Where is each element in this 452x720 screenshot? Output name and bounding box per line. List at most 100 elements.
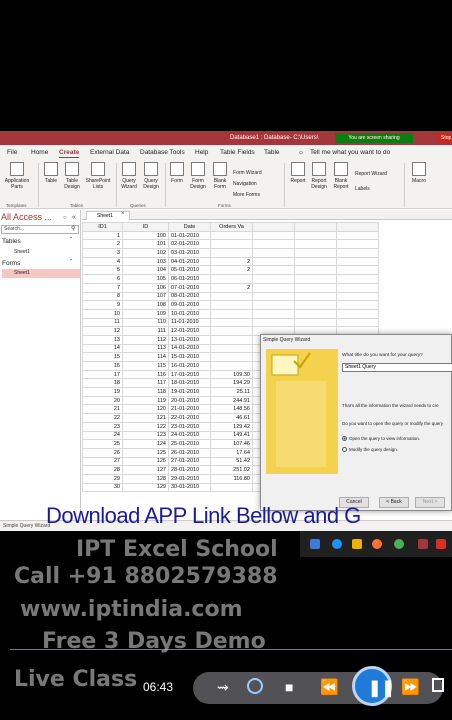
- table-cell[interactable]: 106: [122, 282, 169, 293]
- table-cell[interactable]: 148.56: [210, 404, 253, 415]
- table-cell[interactable]: 14-01-2010: [168, 343, 211, 354]
- seek-bar[interactable]: [10, 649, 452, 650]
- table-cell[interactable]: 18: [82, 378, 123, 389]
- table-cell[interactable]: 24: [82, 430, 123, 441]
- table-cell[interactable]: 13-01-2010: [168, 334, 211, 345]
- table-cell[interactable]: 4: [82, 256, 123, 267]
- table-row[interactable]: 11 110 11-01-2010: [82, 317, 379, 328]
- report-design-button[interactable]: Report Design: [309, 162, 329, 190]
- table-cell[interactable]: [294, 230, 337, 241]
- table-cell[interactable]: [210, 248, 253, 258]
- table-row[interactable]: 5 104 05-01-2010 2: [82, 265, 379, 276]
- table-cell[interactable]: [210, 482, 253, 493]
- menu-table[interactable]: Table: [264, 149, 280, 156]
- table-cell[interactable]: 15: [82, 352, 123, 362]
- table-cell[interactable]: 11: [82, 317, 123, 328]
- table-cell[interactable]: 116: [122, 369, 169, 380]
- table-cell[interactable]: [336, 230, 379, 241]
- table-cell[interactable]: 46.61: [210, 413, 253, 423]
- table-cell[interactable]: [294, 274, 337, 284]
- table-cell[interactable]: 5: [82, 265, 123, 276]
- table-cell[interactable]: 30: [82, 482, 123, 493]
- table-cell[interactable]: [294, 248, 337, 258]
- table-cell[interactable]: 02-01-2010: [168, 239, 211, 250]
- table-cell[interactable]: 27-01-2010: [168, 456, 211, 467]
- table-row[interactable]: 2 101 02-01-2010: [82, 239, 379, 250]
- table-cell[interactable]: 16: [82, 361, 123, 371]
- table-cell[interactable]: [336, 300, 379, 310]
- table-cell[interactable]: 26: [82, 447, 123, 458]
- fast-forward-icon[interactable]: ⏩: [401, 678, 420, 696]
- query-title-input[interactable]: Sheet1 Query: [342, 363, 452, 372]
- table-cell[interactable]: 28: [82, 465, 123, 475]
- table-cell[interactable]: 112: [122, 334, 169, 345]
- table-row[interactable]: 7 106 07-01-2010 2: [82, 282, 379, 293]
- table-cell[interactable]: 24-01-2010: [168, 430, 211, 441]
- table-cell[interactable]: [294, 282, 337, 293]
- table-cell[interactable]: 124: [122, 439, 169, 449]
- fullscreen-icon[interactable]: [432, 678, 444, 692]
- table-cell[interactable]: [252, 282, 295, 293]
- table-row[interactable]: 6 105 06-01-2010: [82, 274, 379, 284]
- table-cell[interactable]: 22-01-2010: [168, 413, 211, 423]
- back-button[interactable]: < Back: [379, 497, 409, 508]
- table-row[interactable]: 10 109 10-01-2010: [82, 308, 379, 319]
- menu-table-fields[interactable]: Table Fields: [220, 149, 255, 156]
- table-cell[interactable]: 03-01-2010: [168, 248, 211, 258]
- table-cell[interactable]: 109: [122, 308, 169, 319]
- nav-header[interactable]: All Access ...: [1, 212, 52, 222]
- table-cell[interactable]: [336, 248, 379, 258]
- table-cell[interactable]: 25.11: [210, 387, 253, 397]
- table-cell[interactable]: 111: [122, 326, 169, 336]
- nav-search-input[interactable]: Search...: [1, 225, 79, 234]
- table-cell[interactable]: 08-01-2010: [168, 291, 211, 302]
- share-icon[interactable]: ⇝: [217, 679, 229, 696]
- table-cell[interactable]: 9: [82, 300, 123, 310]
- menu-home[interactable]: Home: [31, 149, 48, 156]
- table-cell[interactable]: 05-01-2010: [168, 265, 211, 276]
- table-cell[interactable]: 128: [122, 473, 169, 484]
- nav-item-sheet1-form[interactable]: Sheet1: [2, 269, 80, 278]
- column-header[interactable]: Date: [168, 222, 211, 232]
- table-cell[interactable]: [210, 230, 253, 241]
- table-cell[interactable]: 2: [210, 265, 253, 276]
- table-cell[interactable]: [252, 274, 295, 284]
- table-cell[interactable]: 6: [82, 274, 123, 284]
- table-cell[interactable]: 127: [122, 465, 169, 475]
- table-cell[interactable]: 120: [122, 404, 169, 415]
- table-cell[interactable]: [210, 317, 253, 328]
- table-cell[interactable]: 28-01-2010: [168, 465, 211, 475]
- table-cell[interactable]: 51.42: [210, 456, 253, 467]
- table-cell[interactable]: 118: [122, 387, 169, 397]
- table-cell[interactable]: [210, 291, 253, 302]
- table-cell[interactable]: 26-01-2010: [168, 447, 211, 458]
- form-design-button[interactable]: Form Design: [188, 162, 208, 190]
- table-cell[interactable]: 102: [122, 248, 169, 258]
- table-cell[interactable]: 116.80: [210, 473, 253, 484]
- table-row[interactable]: 3 102 03-01-2010: [82, 248, 379, 258]
- table-cell[interactable]: 13: [82, 334, 123, 345]
- table-cell[interactable]: 09-01-2010: [168, 300, 211, 310]
- form-button[interactable]: Form: [168, 162, 186, 184]
- table-cell[interactable]: [210, 361, 253, 371]
- table-cell[interactable]: 103: [122, 256, 169, 267]
- menu-file[interactable]: File: [7, 149, 17, 156]
- table-cell[interactable]: 04-01-2010: [168, 256, 211, 267]
- column-header[interactable]: ID: [122, 222, 169, 232]
- tell-me-box[interactable]: Tell me what you want to do: [310, 149, 390, 156]
- pause-button[interactable]: ❚❚: [352, 666, 395, 706]
- table-cell[interactable]: 14: [82, 343, 123, 354]
- table-cell[interactable]: 126: [122, 456, 169, 467]
- table-cell[interactable]: 244.91: [210, 395, 253, 406]
- table-cell[interactable]: 3: [82, 248, 123, 258]
- table-cell[interactable]: 12-01-2010: [168, 326, 211, 336]
- table-cell[interactable]: 10-01-2010: [168, 308, 211, 319]
- table-cell[interactable]: 108: [122, 300, 169, 310]
- table-cell[interactable]: [294, 239, 337, 250]
- close-icon[interactable]: ×: [121, 211, 125, 217]
- more-forms-button[interactable]: More Forms: [233, 192, 260, 198]
- table-cell[interactable]: 21-01-2010: [168, 404, 211, 415]
- table-cell[interactable]: [210, 352, 253, 362]
- table-cell[interactable]: [252, 308, 295, 319]
- table-cell[interactable]: [294, 308, 337, 319]
